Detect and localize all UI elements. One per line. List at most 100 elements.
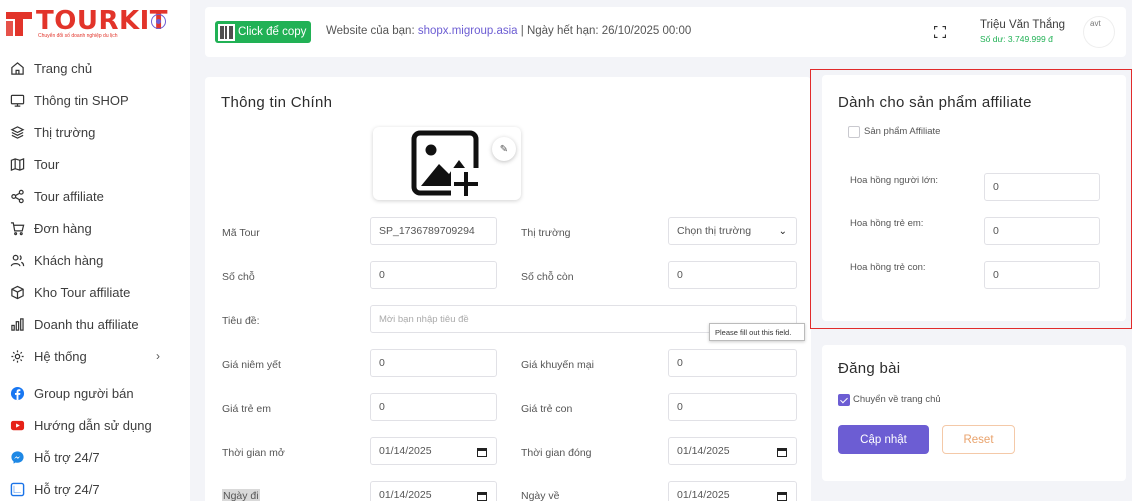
ngay-ve-input[interactable]: 01/14/2025 bbox=[668, 481, 797, 501]
gia-niem-yet-input[interactable]: 0 bbox=[370, 349, 497, 377]
gia-niem-yet-label: Giá niêm yết bbox=[222, 359, 281, 371]
sidebar: TOURKIT Chuyển đổi số doanh nghiệp du lị… bbox=[0, 0, 190, 501]
ngay-di-value: 01/14/2025 bbox=[379, 489, 432, 501]
fullscreen-icon[interactable] bbox=[934, 26, 946, 38]
calendar-icon[interactable] bbox=[477, 491, 487, 501]
thi-truong-select[interactable]: Chọn thị trường ⌄ bbox=[668, 217, 797, 245]
user-balance: Số dư: 3.749.999 đ bbox=[980, 34, 1053, 44]
sidebar-item-label: Khách hàng bbox=[34, 252, 104, 268]
affiliate-highlight-frame bbox=[810, 69, 1132, 329]
sidebar-item-thi-truong[interactable]: Thị trường bbox=[0, 116, 190, 148]
sidebar-item-label: Kho Tour affiliate bbox=[34, 284, 131, 300]
calendar-icon[interactable] bbox=[777, 491, 787, 501]
so-cho-input[interactable]: 0 bbox=[370, 261, 497, 289]
sidebar-nav: Trang chủ Thông tin SHOP Thị trường Tour… bbox=[0, 52, 190, 501]
publish-card-title: Đăng bài bbox=[838, 360, 901, 377]
avatar[interactable]: avt bbox=[1084, 17, 1114, 47]
gia-khuyen-mai-label: Giá khuyến mại bbox=[521, 359, 594, 371]
thi-truong-selected: Chọn thị trường bbox=[677, 225, 752, 237]
main-info-card: Thông tin Chính ✎ Mã Tour SP_17367897092… bbox=[205, 77, 811, 501]
youtube-icon bbox=[8, 416, 26, 434]
gia-tre-con-input[interactable]: 0 bbox=[668, 393, 797, 421]
go-to-homepage-label: Chuyển về trang chủ bbox=[853, 394, 941, 405]
calendar-icon[interactable] bbox=[777, 447, 787, 457]
copy-link-label: Click để copy bbox=[238, 26, 307, 38]
calendar-icon[interactable] bbox=[477, 447, 487, 457]
edit-image-button[interactable]: ✎ bbox=[492, 137, 516, 161]
sidebar-item-label: Hỗ trợ 24/7 bbox=[34, 449, 100, 465]
ngay-ve-value: 01/14/2025 bbox=[677, 489, 730, 501]
sidebar-item-label: Hướng dẫn sử dụng bbox=[34, 417, 152, 433]
sidebar-item-thong-tin-shop[interactable]: Thông tin SHOP bbox=[0, 84, 190, 116]
ma-tour-input[interactable]: SP_1736789709294 bbox=[370, 217, 497, 245]
sidebar-item-ho-tro-zalo[interactable]: Hỗ trợ 24/7 bbox=[0, 473, 190, 501]
ngay-ve-label: Ngày về bbox=[521, 490, 560, 501]
reset-button[interactable]: Reset bbox=[942, 425, 1015, 454]
thoi-gian-mo-value: 01/14/2025 bbox=[379, 445, 432, 457]
thoi-gian-dong-input[interactable]: 01/14/2025 bbox=[668, 437, 797, 465]
sidebar-item-tour-affiliate[interactable]: Tour affiliate bbox=[0, 180, 190, 212]
chevron-down-icon: ⌄ bbox=[778, 226, 787, 237]
zalo-icon bbox=[8, 480, 26, 498]
sidebar-item-label: Đơn hàng bbox=[34, 220, 92, 236]
so-cho-con-label: Số chỗ còn bbox=[521, 271, 574, 283]
sidebar-item-label: Trang chủ bbox=[34, 60, 93, 76]
publish-card: Đăng bài Chuyển về trang chủ Cập nhật Re… bbox=[822, 345, 1126, 481]
users-icon bbox=[8, 251, 26, 269]
thi-truong-label: Thị trường bbox=[521, 227, 571, 239]
thoi-gian-mo-label: Thời gian mở bbox=[222, 447, 285, 459]
tourkit-logo-icon bbox=[6, 12, 32, 36]
sidebar-item-don-hang[interactable]: Đơn hàng bbox=[0, 212, 190, 244]
gia-khuyen-mai-input[interactable]: 0 bbox=[668, 349, 797, 377]
qr-code-icon bbox=[218, 23, 235, 41]
gia-tre-con-label: Giá trẻ con bbox=[521, 403, 573, 415]
update-button[interactable]: Cập nhật bbox=[838, 425, 929, 454]
layers-icon bbox=[8, 123, 26, 141]
gia-tre-em-input[interactable]: 0 bbox=[370, 393, 497, 421]
tieu-de-label: Tiêu đề: bbox=[222, 315, 260, 327]
website-url-link[interactable]: shopx.migroup.asia bbox=[418, 25, 518, 37]
thoi-gian-dong-value: 01/14/2025 bbox=[677, 445, 730, 457]
sidebar-item-he-thong[interactable]: Hệ thống › bbox=[0, 340, 190, 372]
so-cho-con-input[interactable]: 0 bbox=[668, 261, 797, 289]
sidebar-item-khach-hang[interactable]: Khách hàng bbox=[0, 244, 190, 276]
sidebar-item-label: Tour bbox=[34, 156, 60, 172]
sidebar-item-ho-tro-messenger[interactable]: Hỗ trợ 24/7 bbox=[0, 441, 190, 473]
user-name: Triệu Văn Thắng bbox=[980, 19, 1066, 31]
settings-icon bbox=[8, 347, 26, 365]
main-card-title: Thông tin Chính bbox=[221, 94, 333, 111]
expiry-date: | Ngày hết hạn: 26/10/2025 00:00 bbox=[517, 25, 692, 37]
sidebar-item-doanh-thu-affiliate[interactable]: Doanh thu affiliate bbox=[0, 308, 190, 340]
thoi-gian-mo-input[interactable]: 01/14/2025 bbox=[370, 437, 497, 465]
share-icon bbox=[8, 187, 26, 205]
gia-tre-em-label: Giá trẻ em bbox=[222, 403, 272, 415]
website-info: Website của bạn: shopx.migroup.asia | Ng… bbox=[326, 25, 691, 37]
facebook-icon bbox=[8, 384, 26, 402]
add-image-icon bbox=[411, 130, 481, 198]
ngay-di-input[interactable]: 01/14/2025 bbox=[370, 481, 497, 501]
home-icon bbox=[8, 59, 26, 77]
sidebar-item-tour[interactable]: Tour bbox=[0, 148, 190, 180]
thoi-gian-dong-label: Thời gian đóng bbox=[521, 447, 592, 459]
sidebar-item-huong-dan[interactable]: Hướng dẫn sử dụng bbox=[0, 409, 190, 441]
so-cho-label: Số chỗ bbox=[222, 271, 255, 283]
sidebar-item-label: Thị trường bbox=[34, 124, 96, 140]
top-header: Click để copy Website của bạn: shopx.mig… bbox=[205, 7, 1126, 57]
sidebar-item-label: Group người bán bbox=[34, 385, 134, 401]
cart-icon bbox=[8, 219, 26, 237]
ma-tour-label: Mã Tour bbox=[222, 227, 260, 239]
go-to-homepage-checkbox[interactable] bbox=[838, 394, 850, 406]
sidebar-item-label: Hỗ trợ 24/7 bbox=[34, 481, 100, 497]
sidebar-toggle-icon[interactable] bbox=[151, 14, 166, 29]
bar-chart-icon bbox=[8, 315, 26, 333]
brand-name: TOURKIT bbox=[36, 6, 169, 36]
copy-link-button[interactable]: Click để copy bbox=[215, 21, 311, 43]
sidebar-item-label: Hệ thống bbox=[34, 348, 87, 364]
sidebar-item-trang-chu[interactable]: Trang chủ bbox=[0, 52, 190, 84]
sidebar-item-label: Thông tin SHOP bbox=[34, 92, 129, 108]
brand-tagline: Chuyển đổi số doanh nghiệp du lịch bbox=[38, 33, 118, 39]
sidebar-item-group-nguoi-ban[interactable]: Group người bán bbox=[0, 377, 190, 409]
sidebar-item-label: Tour affiliate bbox=[34, 188, 104, 204]
sidebar-item-kho-tour-affiliate[interactable]: Kho Tour affiliate bbox=[0, 276, 190, 308]
website-prefix: Website của bạn: bbox=[326, 25, 418, 37]
